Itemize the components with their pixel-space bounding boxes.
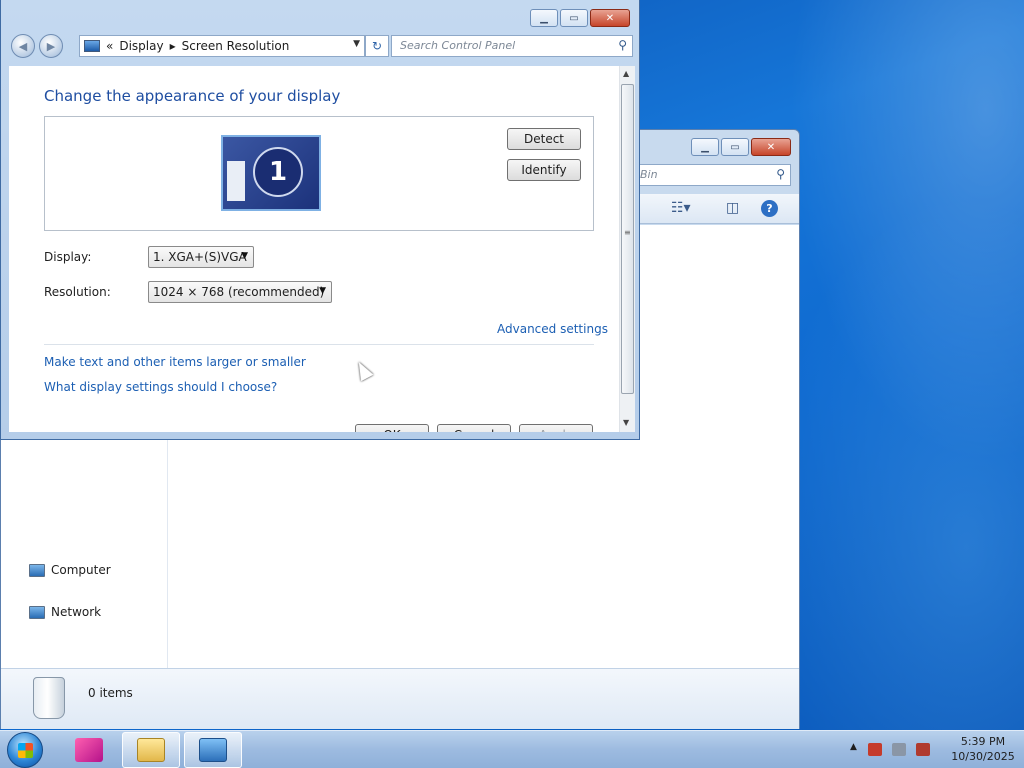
chevron-down-icon: ▼ (241, 251, 248, 261)
cancel-button[interactable]: Cancel (437, 424, 511, 432)
address-row: ◀ ▶ « Display ▸ Screen Resolution ▼ ↻ Se… (9, 33, 633, 59)
nav-item-network[interactable]: Network (29, 605, 101, 619)
taskbar-explorer[interactable] (122, 732, 180, 768)
display-settings-help-link[interactable]: What display settings should I choose? (44, 380, 277, 394)
control-panel-icon (199, 738, 227, 762)
scroll-down-icon[interactable]: ▼ (623, 418, 629, 427)
scroll-up-icon[interactable]: ▲ (623, 69, 629, 78)
minimize-button[interactable]: ▁ (530, 9, 558, 27)
network-icon (29, 605, 45, 619)
advanced-settings-link[interactable]: Advanced settings (497, 322, 608, 336)
caption-buttons: ▁ ▭ ✕ (530, 9, 630, 27)
apply-button[interactable]: Apply (519, 424, 593, 432)
recycle-bin-search-input[interactable]: Bin ⚲ (631, 164, 791, 186)
content-area: Change the appearance of your display 1 … (9, 66, 619, 432)
view-options-icon[interactable]: ☷▾ (671, 200, 691, 216)
maximize-button[interactable]: ▭ (560, 9, 588, 27)
back-button[interactable]: ◀ (11, 34, 35, 58)
divider (44, 344, 594, 345)
forward-button[interactable]: ▶ (39, 34, 63, 58)
clock-time: 5:39 PM (960, 735, 1006, 748)
resolution-select[interactable]: 1024 × 768 (recommended) ▼ (148, 281, 332, 303)
resolution-label: Resolution: (44, 285, 111, 299)
display-preview: 1 Detect Identify (44, 116, 594, 231)
app-icon (75, 738, 103, 762)
search-placeholder: Search Control Panel (400, 39, 516, 52)
maximize-button[interactable]: ▭ (721, 138, 749, 156)
resolution-select-value: 1024 × 768 (recommended) (153, 285, 325, 299)
screen-resolution-window: ▁ ▭ ✕ ◀ ▶ « Display ▸ Screen Resolution … (0, 0, 640, 440)
chevron-down-icon[interactable]: ▼ (353, 39, 360, 49)
search-icon[interactable]: ⚲ (618, 38, 627, 52)
close-button[interactable]: ✕ (590, 9, 630, 27)
display-select[interactable]: 1. XGA+(S)VGA ▼ (148, 246, 254, 268)
refresh-button[interactable]: ↻ (365, 35, 389, 57)
text-size-link[interactable]: Make text and other items larger or smal… (44, 355, 306, 369)
monitor-taskbar-strip (227, 161, 245, 201)
folder-icon (137, 738, 165, 762)
search-icon[interactable]: ⚲ (776, 167, 785, 181)
monitor-icon[interactable]: 1 (221, 135, 321, 211)
search-control-panel-input[interactable]: Search Control Panel ⚲ (391, 35, 633, 57)
scroll-grip-icon: ≡ (624, 228, 631, 237)
breadcrumb-screen-resolution[interactable]: Screen Resolution (182, 39, 290, 53)
nav-item-label: Computer (51, 563, 111, 577)
show-hidden-icons-icon[interactable]: ▲ (850, 742, 857, 752)
clock-date: 10/30/2025 (951, 750, 1015, 763)
breadcrumb-chevron[interactable]: « (106, 39, 113, 53)
action-center-icon[interactable] (868, 743, 882, 756)
chevron-down-icon: ▼ (319, 286, 326, 296)
identify-button[interactable]: Identify (507, 159, 581, 181)
system-tray: ▲ 5:39 PM 10/30/2025 (834, 731, 1024, 768)
taskbar-app-1[interactable] (60, 732, 118, 768)
nav-item-label: Network (51, 605, 102, 619)
recycle-bin-caption-buttons: ▁ ▭ ✕ (691, 138, 791, 156)
taskbar-control-panel[interactable] (184, 732, 242, 768)
recycle-bin-icon (33, 677, 65, 719)
clock[interactable]: 5:39 PM 10/30/2025 (950, 734, 1016, 764)
display-label: Display: (44, 250, 92, 264)
network-status-icon[interactable] (892, 743, 906, 756)
monitor-number: 1 (253, 147, 303, 197)
taskbar: ▲ 5:39 PM 10/30/2025 (0, 730, 1024, 768)
nav-item-computer[interactable]: Computer (29, 563, 111, 577)
breadcrumb-separator-icon[interactable]: ▸ (170, 39, 176, 53)
display-select-value: 1. XGA+(S)VGA (153, 250, 247, 264)
scroll-thumb[interactable] (621, 84, 634, 394)
search-placeholder: Bin (640, 168, 658, 181)
item-count: 0 items (88, 686, 133, 700)
vertical-scrollbar[interactable]: ▲ ≡ ▼ (619, 66, 635, 432)
minimize-button[interactable]: ▁ (691, 138, 719, 156)
details-pane: 0 items (1, 668, 799, 729)
start-button[interactable] (7, 732, 43, 768)
preview-pane-icon[interactable]: ◫ (726, 200, 739, 216)
help-icon[interactable]: ? (761, 200, 778, 217)
control-panel-icon (84, 40, 100, 52)
address-bar[interactable]: « Display ▸ Screen Resolution ▼ (79, 35, 365, 57)
volume-icon[interactable] (916, 743, 930, 756)
detect-button[interactable]: Detect (507, 128, 581, 150)
close-button[interactable]: ✕ (751, 138, 791, 156)
page-title: Change the appearance of your display (44, 87, 341, 105)
computer-icon (29, 563, 45, 577)
breadcrumb-display[interactable]: Display (119, 39, 163, 53)
ok-button[interactable]: OK (355, 424, 429, 432)
windows-logo-icon (18, 743, 33, 758)
